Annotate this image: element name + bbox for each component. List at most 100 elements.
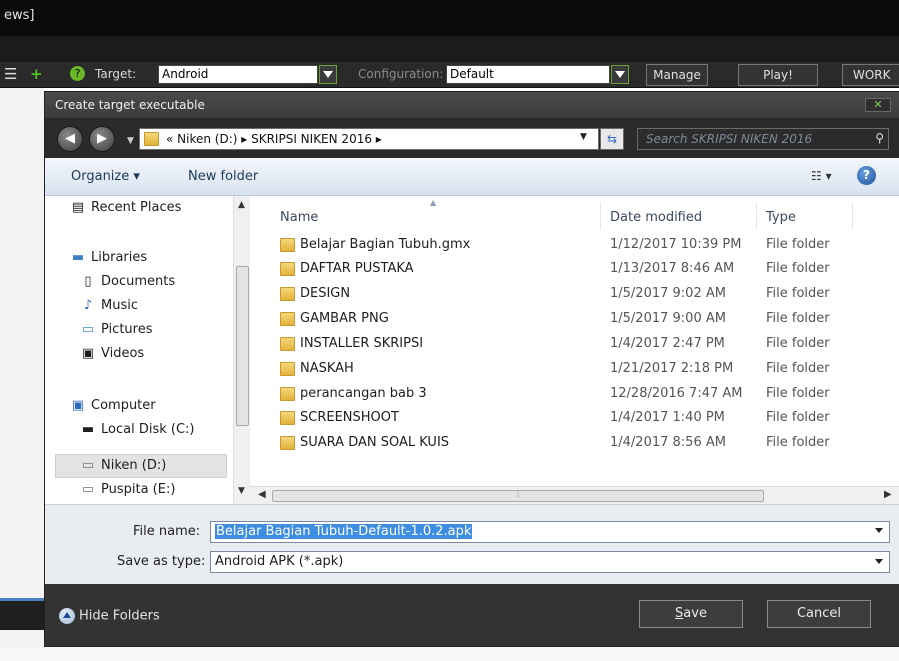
save-as-type-value: Android APK (*.apk) [215, 554, 344, 569]
folder-icon [280, 436, 295, 450]
table-row[interactable]: GAMBAR PNG 1/5/2017 9:00 AM File folder [250, 307, 899, 331]
close-button[interactable]: ✕ [865, 98, 891, 112]
file-list: ▲ Name Date modified Type Belajar Bagian… [250, 196, 899, 504]
new-folder-button[interactable]: New folder [188, 169, 258, 184]
view-options-button[interactable]: ☷ ▾ [811, 169, 832, 183]
column-header-name[interactable]: Name [280, 210, 318, 225]
navigation-pane: ▤ Recent Places ▬ Libraries ▯ Documents ♪ Mu… [45, 196, 233, 504]
address-row: ◀ ▶ ▼ « Niken (D:) ▸ SKRIPSI NIKEN 2016 … [45, 118, 899, 158]
scroll-right-arrow[interactable]: ▶ [884, 489, 892, 500]
target-dropdown-arrow[interactable] [319, 65, 337, 84]
work-button[interactable]: WORK [842, 64, 899, 86]
chevron-down-icon[interactable] [875, 559, 883, 564]
column-header-type[interactable]: Type [766, 210, 796, 225]
column-divider[interactable] [600, 202, 601, 230]
nav-item-music[interactable]: ♪ Music [79, 298, 138, 313]
search-icon[interactable]: ⚲ [875, 131, 884, 145]
table-row[interactable]: NASKAH 1/21/2017 2:18 PM File folder [250, 357, 899, 381]
help-button[interactable]: ? [857, 166, 876, 185]
column-divider[interactable] [756, 202, 757, 230]
command-bar: Organize ▾ New folder ☷ ▾ ? [45, 158, 899, 196]
table-row[interactable]: DESIGN 1/5/2017 9:02 AM File folder [250, 282, 899, 306]
videos-icon: ▣ [81, 346, 95, 361]
breadcrumb-path[interactable]: Niken (D:) ▸ SKRIPSI NIKEN 2016 ▸ [177, 132, 382, 146]
file-name-label: File name: [133, 524, 201, 539]
table-row[interactable]: perancangan bab 3 12/28/2016 7:47 AM File … [250, 382, 899, 406]
file-list-horizontal-scrollbar[interactable]: ◀ ⦙ ▶ [250, 486, 899, 504]
computer-icon: ▣ [71, 398, 85, 413]
sort-ascending-icon: ▲ [430, 198, 437, 207]
recent-places-icon: ▤ [71, 200, 85, 215]
nav-item-computer[interactable]: ▣ Computer [69, 398, 156, 413]
pictures-icon: ▭ [81, 322, 95, 337]
nav-item-recent-places[interactable]: ▤ Recent Places [69, 200, 182, 215]
table-row[interactable]: DAFTAR PUSTAKA 1/13/2017 8:46 AM File fold… [250, 257, 899, 281]
ide-title-bar: ews] [0, 0, 899, 36]
config-label: Configuration: [358, 67, 444, 81]
column-header-date[interactable]: Date modified [610, 210, 702, 225]
file-name-value: Belajar Bagian Tubuh-Default-1.0.2.apk [215, 524, 473, 539]
hide-folders-label: Hide Folders [79, 608, 160, 624]
ide-window-title: ews] [4, 8, 35, 23]
target-select[interactable]: Android [158, 65, 318, 84]
drive-icon: ▭ [81, 482, 95, 497]
ide-left-panel [0, 88, 44, 661]
table-row[interactable]: SCREENSHOOT 1/4/2017 1:40 PM File folder [250, 406, 899, 430]
ide-toolbar: ☰ + ? Target: Android Configuration: Def… [0, 62, 899, 88]
libraries-icon: ▬ [71, 250, 85, 265]
save-form: File name: Belajar Bagian Tubuh-Default-… [45, 504, 899, 584]
table-row[interactable]: SUARA DAN SOAL KUIS 1/4/2017 8:56 AM File … [250, 431, 899, 455]
save-button[interactable]: Save [639, 600, 743, 628]
address-bar[interactable]: « Niken (D:) ▸ SKRIPSI NIKEN 2016 ▸ ▼ [139, 128, 599, 150]
folder-icon [280, 337, 295, 351]
organize-button[interactable]: Organize ▾ [71, 169, 140, 184]
nav-item-videos[interactable]: ▣ Videos [79, 346, 144, 361]
music-icon: ♪ [83, 298, 93, 313]
save-as-type-select[interactable]: Android APK (*.apk) [210, 551, 890, 573]
scroll-thumb[interactable]: ⦙ [272, 490, 764, 502]
manage-button[interactable]: Manage [646, 64, 708, 86]
folder-icon [280, 312, 295, 326]
breadcrumb[interactable]: « Niken (D:) ▸ SKRIPSI NIKEN 2016 ▸ [166, 132, 382, 146]
nav-item-documents[interactable]: ▯ Documents [79, 274, 175, 289]
nav-item-pictures[interactable]: ▭ Pictures [79, 322, 153, 337]
hide-folders-button[interactable]: Hide Folders [59, 608, 160, 624]
chevron-down-icon[interactable] [875, 528, 883, 533]
folder-icon [280, 387, 295, 401]
nav-item-local-disk-c[interactable]: ▬ Local Disk (C:) [79, 422, 195, 437]
add-icon[interactable]: + [30, 66, 43, 82]
breadcrumb-chevrons[interactable]: « [166, 132, 173, 146]
config-select[interactable]: Default [446, 65, 610, 84]
scroll-thumb[interactable] [236, 266, 249, 426]
table-row[interactable]: INSTALLER SKRIPSI 1/4/2017 2:47 PM File fo… [250, 332, 899, 356]
search-input[interactable]: Search SKRIPSI NIKEN 2016 ⚲ [637, 128, 889, 150]
cancel-button[interactable]: Cancel [767, 600, 871, 628]
ide-left-stripe [0, 598, 44, 630]
recent-locations-dropdown[interactable]: ▼ [127, 136, 134, 146]
scroll-down-arrow[interactable]: ▼ [238, 486, 245, 496]
menu-icon[interactable]: ☰ [4, 66, 17, 82]
folder-icon [280, 287, 295, 301]
help-icon[interactable]: ? [70, 66, 85, 81]
forward-button[interactable]: ▶ [89, 126, 115, 152]
address-dropdown-arrow[interactable]: ▼ [580, 132, 587, 142]
nav-item-puspita-e[interactable]: ▭ Puspita (E:) [79, 482, 176, 497]
play-button[interactable]: Play! [738, 64, 818, 86]
table-row[interactable]: Belajar Bagian Tubuh.gmx 1/12/2017 10:39 … [250, 233, 899, 257]
folder-icon [280, 262, 295, 276]
scroll-left-arrow[interactable]: ◀ [258, 489, 266, 500]
refresh-button[interactable]: ⇆ [600, 128, 624, 150]
back-button[interactable]: ◀ [57, 126, 83, 152]
column-divider[interactable] [852, 202, 853, 230]
nav-item-niken-d[interactable]: ▭ Niken (D:) [79, 458, 166, 473]
folder-icon [144, 132, 159, 146]
scroll-up-arrow[interactable]: ▲ [238, 200, 245, 210]
save-dialog: Create target executable ✕ ◀ ▶ ▼ « Niken… [44, 91, 899, 647]
nav-item-libraries[interactable]: ▬ Libraries [69, 250, 147, 265]
dialog-title-bar: Create target executable ✕ [45, 92, 899, 118]
save-as-type-label: Save as type: [117, 554, 206, 569]
collapse-up-icon [59, 608, 75, 624]
file-name-input[interactable]: Belajar Bagian Tubuh-Default-1.0.2.apk [210, 521, 890, 543]
config-dropdown-arrow[interactable] [611, 65, 629, 84]
nav-scrollbar[interactable]: ▲ ▼ [233, 196, 250, 504]
